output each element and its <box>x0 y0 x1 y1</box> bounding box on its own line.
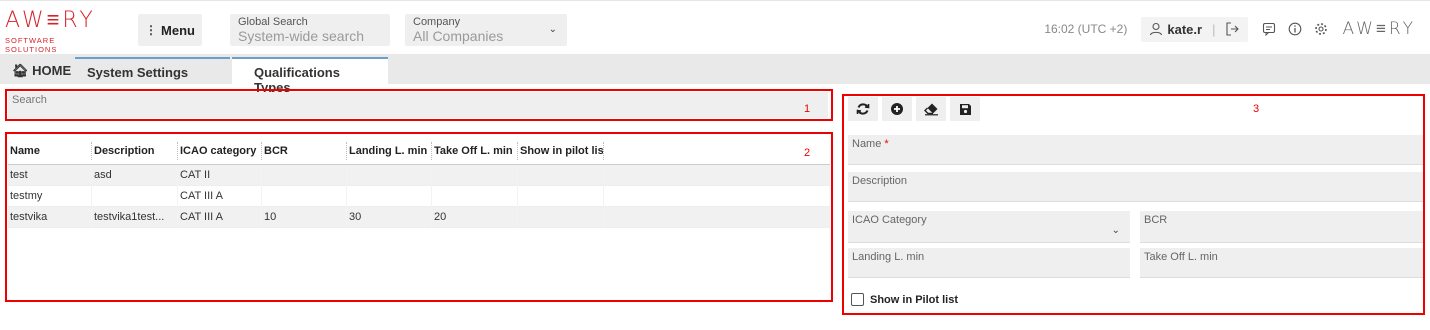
username: kate.r <box>1167 21 1203 37</box>
annotation-box-2 <box>5 132 833 302</box>
gear-icon[interactable] <box>1308 16 1334 42</box>
clock-time: 16:02 (UTC +2) <box>1044 22 1128 36</box>
logo-subtitle: SOFTWARE SOLUTIONS <box>5 36 58 54</box>
annotation-box-3 <box>842 94 1425 315</box>
tabs-bar: 🏠︎ HOME System Settings Qualifications T… <box>0 54 1430 95</box>
global-search-label: Global Search <box>238 16 308 28</box>
logout-icon[interactable] <box>1225 22 1240 36</box>
menu-button[interactable]: ⋮ Menu <box>138 14 202 46</box>
annotation-label-3: 3 <box>1253 103 1260 115</box>
annotation-label-2: 2 <box>804 147 811 159</box>
chat-icon[interactable] <box>1256 16 1282 42</box>
awery-logo[interactable]: AW≡RY SOFTWARE SOLUTIONS <box>5 8 110 55</box>
global-search-placeholder: System-wide search <box>238 28 365 44</box>
awery-small-logo: AW≡RY <box>1342 19 1416 39</box>
tab-home[interactable]: 🏠︎ HOME <box>0 57 83 84</box>
tab-qualifications-types[interactable]: Qualifications Types <box>232 57 388 95</box>
company-label: Company <box>413 16 461 28</box>
tab-home-label: HOME <box>32 63 72 78</box>
logo-word: AW≡RY <box>5 8 96 33</box>
global-search-input[interactable]: Global Search System-wide search <box>230 14 390 46</box>
home-icon: 🏠︎ <box>12 63 29 78</box>
company-value: All Companies <box>413 28 504 44</box>
menu-label: Menu <box>161 22 195 38</box>
app-header: AW≡RY SOFTWARE SOLUTIONS ⋮ Menu Global S… <box>0 0 1430 54</box>
company-select[interactable]: Company All Companies ⌄ <box>405 14 567 46</box>
info-icon[interactable] <box>1282 16 1308 42</box>
user-menu[interactable]: kate.r | <box>1141 16 1249 42</box>
menu-dots-icon: ⋮ <box>145 23 158 37</box>
user-icon <box>1150 22 1163 36</box>
annotation-box-1 <box>5 89 833 121</box>
header-right: 16:02 (UTC +2) kate.r | AW≡RY <box>1044 15 1416 43</box>
chevron-down-icon: ⌄ <box>548 24 557 35</box>
tab-system-settings[interactable]: System Settings <box>75 57 230 84</box>
annotation-label-1: 1 <box>804 103 811 115</box>
divider: | <box>1212 21 1216 37</box>
